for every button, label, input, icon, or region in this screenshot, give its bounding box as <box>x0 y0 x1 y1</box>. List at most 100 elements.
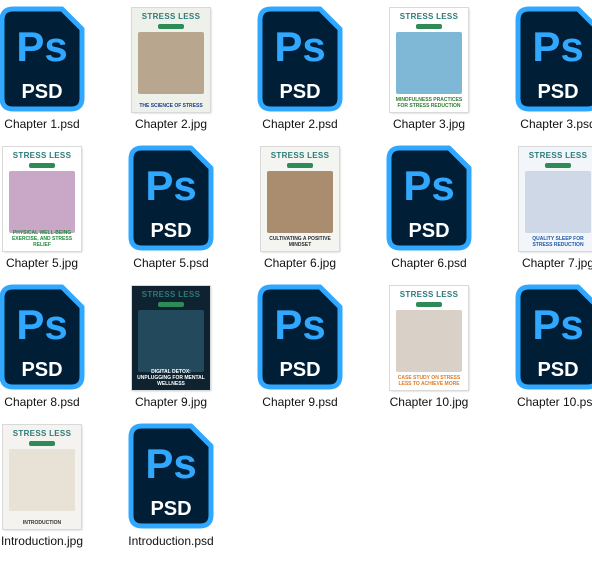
ps-glyph: Ps <box>16 301 67 348</box>
ps-glyph: Ps <box>145 440 196 487</box>
cover-photo <box>138 32 204 94</box>
jpg-thumbnail: STRESS LESS PHYSICAL WELL-BEING EXERCISE,… <box>0 145 106 253</box>
cover-photo <box>396 310 462 372</box>
image-thumbnail: STRESS LESS PHYSICAL WELL-BEING EXERCISE,… <box>3 147 81 251</box>
cover-brand-logo: STRESS LESS <box>12 429 72 438</box>
ps-glyph: Ps <box>274 23 325 70</box>
file-grid: Ps PSD Chapter 1.psd STRESS LESS THE SCIENCE… <box>0 0 592 562</box>
file-name-label: Chapter 6.jpg <box>263 256 337 270</box>
image-thumbnail: STRESS LESS Cultivating a Positive Mindse… <box>261 147 339 251</box>
jpg-thumbnail: STRESS LESS Digital Detox: Unplugging for… <box>107 284 235 392</box>
psd-extension-label: PSD <box>537 81 578 103</box>
psd-thumbnail: Ps PSD <box>0 284 106 392</box>
file-item[interactable]: STRESS LESS PHYSICAL WELL-BEING EXERCISE,… <box>0 139 106 277</box>
jpg-thumbnail: STRESS LESS Quality Sleep for Stress Redu… <box>494 145 592 253</box>
cover-photo <box>267 171 333 233</box>
cover-chapter-chip <box>416 24 442 29</box>
file-name-label: Chapter 6.psd <box>391 256 467 270</box>
psd-thumbnail: Ps PSD <box>107 145 235 253</box>
file-item[interactable]: Ps PSD Chapter 2.psd <box>236 0 364 138</box>
image-thumbnail: STRESS LESS Quality Sleep for Stress Redu… <box>519 147 592 251</box>
cover-title: INTRODUCTION <box>22 520 62 526</box>
psd-thumbnail: Ps PSD <box>236 6 364 114</box>
cover-title: Digital Detox: Unplugging for Mental Wel… <box>137 369 205 387</box>
file-name-label: Chapter 5.psd <box>133 256 209 270</box>
file-item[interactable]: Ps PSD Chapter 9.psd <box>236 278 364 416</box>
jpg-thumbnail: STRESS LESS THE SCIENCE OF STRESS <box>107 6 235 114</box>
file-item[interactable]: STRESS LESS Cultivating a Positive Mindse… <box>236 139 364 277</box>
cover-title: Quality Sleep for Stress Reduction <box>532 236 584 248</box>
psd-extension-label: PSD <box>21 81 62 103</box>
image-thumbnail: STRESS LESS MINDFULNESS PRACTICES FOR STR… <box>390 8 468 112</box>
file-item[interactable]: Ps PSD Chapter 8.psd <box>0 278 106 416</box>
photoshop-file-icon: Ps PSD <box>515 284 592 390</box>
file-item[interactable]: STRESS LESS MINDFULNESS PRACTICES FOR STR… <box>365 0 493 138</box>
cover-chapter-chip <box>416 302 442 307</box>
cover-photo <box>525 171 591 233</box>
cover-chapter-chip <box>545 163 571 168</box>
psd-thumbnail: Ps PSD <box>107 423 235 531</box>
file-name-label: Chapter 3.psd <box>520 117 592 131</box>
ps-glyph: Ps <box>274 301 325 348</box>
psd-thumbnail: Ps PSD <box>365 145 493 253</box>
file-name-label: Chapter 10.jpg <box>389 395 469 409</box>
file-item[interactable]: STRESS LESS THE SCIENCE OF STRESS Chapter … <box>107 0 235 138</box>
photoshop-file-icon: Ps PSD <box>386 145 472 251</box>
cover-photo <box>138 310 204 372</box>
file-item[interactable]: Ps PSD Chapter 10.psd <box>494 278 592 416</box>
file-item[interactable]: Ps PSD Chapter 1.psd <box>0 0 106 138</box>
file-item[interactable]: Ps PSD Chapter 3.psd <box>494 0 592 138</box>
photoshop-file-icon: Ps PSD <box>0 6 85 112</box>
cover-chapter-chip <box>29 441 55 446</box>
file-name-label: Chapter 2.psd <box>262 117 338 131</box>
photoshop-file-icon: Ps PSD <box>257 284 343 390</box>
psd-extension-label: PSD <box>537 359 578 381</box>
ps-glyph: Ps <box>403 162 454 209</box>
file-name-label: Chapter 10.psd <box>516 395 592 409</box>
ps-glyph: Ps <box>532 301 583 348</box>
psd-extension-label: PSD <box>408 220 449 242</box>
image-thumbnail: STRESS LESS Digital Detox: Unplugging for… <box>132 286 210 390</box>
file-item[interactable]: STRESS LESS INTRODUCTION Introduction.jpg <box>0 417 106 555</box>
photoshop-file-icon: Ps PSD <box>0 284 85 390</box>
file-name-label: Chapter 9.jpg <box>134 395 208 409</box>
file-name-label: Chapter 8.psd <box>4 395 80 409</box>
file-name-label: Introduction.jpg <box>0 534 84 548</box>
cover-brand-logo: STRESS LESS <box>12 151 72 160</box>
psd-thumbnail: Ps PSD <box>494 6 592 114</box>
cover-title: PHYSICAL WELL-BEING EXERCISE, AND STRESS… <box>11 230 73 248</box>
file-name-label: Chapter 1.psd <box>4 117 80 131</box>
cover-photo <box>9 449 75 511</box>
photoshop-file-icon: Ps PSD <box>515 6 592 112</box>
psd-thumbnail: Ps PSD <box>494 284 592 392</box>
photoshop-file-icon: Ps PSD <box>257 6 343 112</box>
cover-chapter-chip <box>29 163 55 168</box>
psd-extension-label: PSD <box>279 359 320 381</box>
file-name-label: Introduction.psd <box>128 534 214 548</box>
cover-photo <box>9 171 75 233</box>
file-name-label: Chapter 2.jpg <box>134 117 208 131</box>
file-item[interactable]: STRESS LESS Digital Detox: Unplugging for… <box>107 278 235 416</box>
jpg-thumbnail: STRESS LESS INTRODUCTION <box>0 423 106 531</box>
ps-glyph: Ps <box>16 23 67 70</box>
file-name-label: Chapter 5.jpg <box>5 256 79 270</box>
file-item[interactable]: Ps PSD Chapter 6.psd <box>365 139 493 277</box>
image-thumbnail: STRESS LESS CASE STUDY ON STRESS LESS TO … <box>390 286 468 390</box>
cover-chapter-chip <box>158 302 184 307</box>
cover-brand-logo: STRESS LESS <box>141 290 201 299</box>
image-thumbnail: STRESS LESS INTRODUCTION <box>3 425 81 529</box>
ps-glyph: Ps <box>145 162 196 209</box>
jpg-thumbnail: STRESS LESS Cultivating a Positive Mindse… <box>236 145 364 253</box>
file-item[interactable]: STRESS LESS Quality Sleep for Stress Redu… <box>494 139 592 277</box>
file-item[interactable]: Ps PSD Chapter 5.psd <box>107 139 235 277</box>
cover-brand-logo: STRESS LESS <box>399 12 459 21</box>
file-item[interactable]: Ps PSD Introduction.psd <box>107 417 235 555</box>
psd-thumbnail: Ps PSD <box>236 284 364 392</box>
psd-extension-label: PSD <box>21 359 62 381</box>
cover-brand-logo: STRESS LESS <box>270 151 330 160</box>
file-name-label: Chapter 7.jpg <box>521 256 592 270</box>
file-item[interactable]: STRESS LESS CASE STUDY ON STRESS LESS TO … <box>365 278 493 416</box>
psd-thumbnail: Ps PSD <box>0 6 106 114</box>
cover-chapter-chip <box>287 163 313 168</box>
cover-title: MINDFULNESS PRACTICES FOR STRESS REDUCTI… <box>395 97 463 109</box>
